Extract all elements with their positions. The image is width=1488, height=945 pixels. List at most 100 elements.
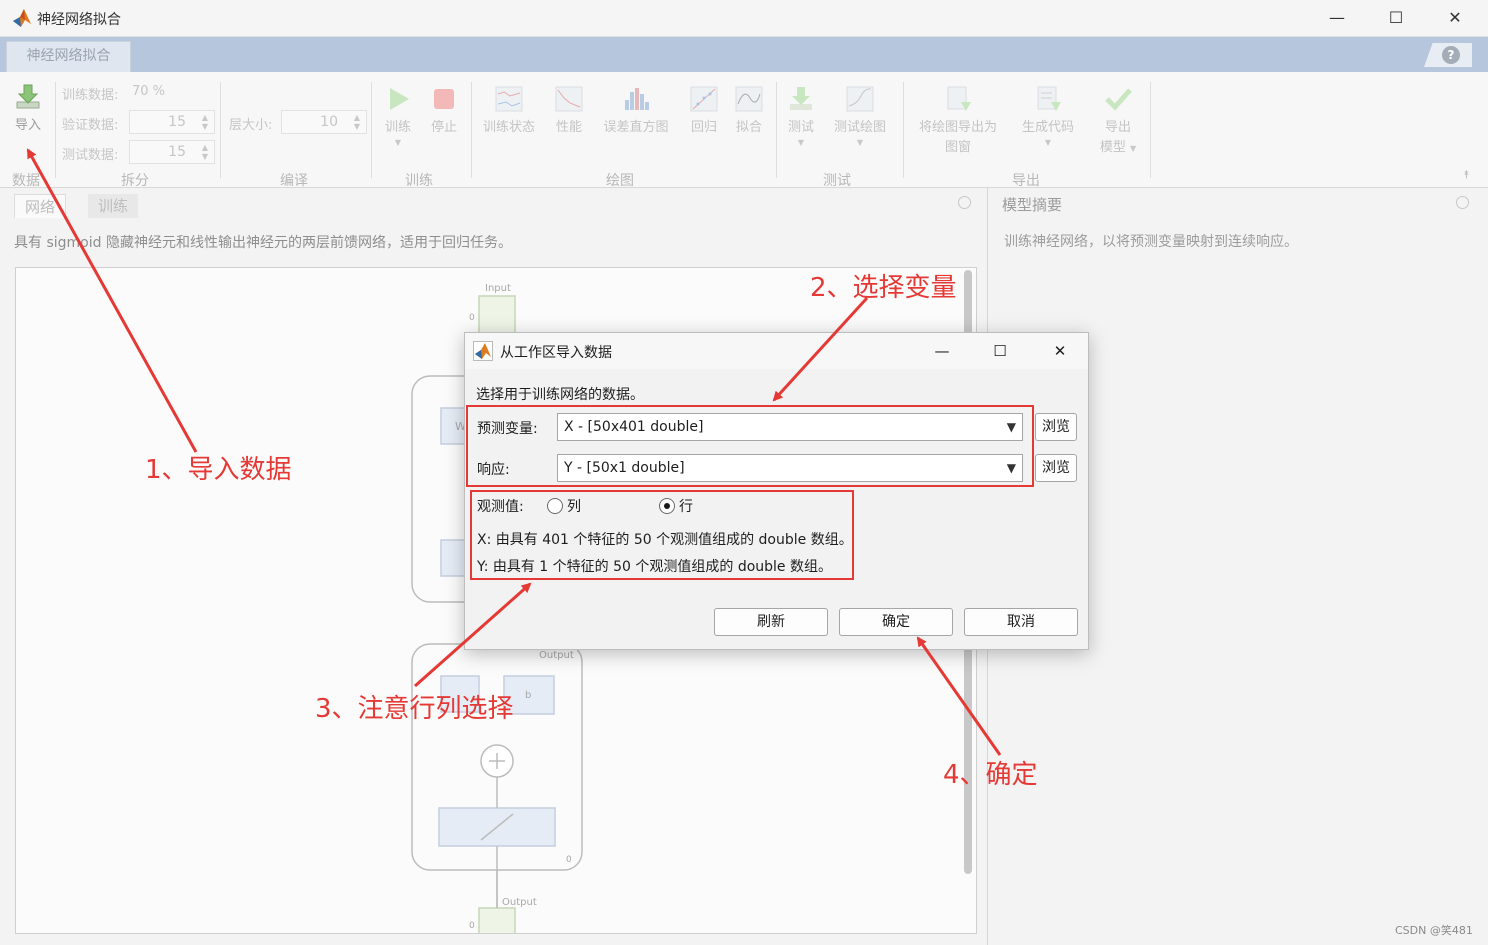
spinner-arrows-icon[interactable]: ▲ ▼	[354, 113, 360, 131]
bias-label: b	[525, 690, 531, 701]
performance-icon	[555, 86, 583, 112]
generate-code-icon	[1037, 86, 1061, 111]
export-model-label: 导出	[1104, 120, 1131, 135]
matlab-logo-icon	[473, 341, 493, 361]
layer-size-value: 10	[320, 114, 338, 130]
minimize-button[interactable]: —	[1317, 5, 1357, 31]
radio-columns-label: 列	[567, 499, 581, 515]
radio-rows-label: 行	[679, 499, 693, 515]
dropdown-arrow-icon: ▼	[1130, 144, 1137, 153]
spinner-arrows-icon[interactable]: ▲ ▼	[202, 113, 208, 131]
browse-response-button[interactable]: 浏览	[1035, 454, 1077, 482]
export-model-label-2: 模型	[1099, 140, 1126, 155]
error-histogram-button[interactable]: 误差直方图	[597, 84, 675, 138]
close-button[interactable]: ✕	[1435, 5, 1475, 31]
ok-button[interactable]: 确定	[839, 608, 953, 636]
test-icon	[790, 87, 812, 110]
radio-rows[interactable]	[659, 498, 675, 514]
stop-icon	[434, 89, 454, 109]
dropdown-arrow-icon: ▼	[394, 138, 402, 147]
dialog-instruction: 选择用于训练网络的数据。	[476, 387, 644, 403]
test-spinner[interactable]: 15 ▲ ▼	[129, 140, 215, 164]
collapse-toolstrip-icon[interactable]: ⯭	[1463, 168, 1470, 182]
export-figure-label-2: 图窗	[944, 140, 971, 155]
refresh-button[interactable]: 刷新	[714, 608, 828, 636]
tab-network[interactable]: 网络	[14, 194, 67, 218]
response-label: 响应:	[477, 462, 510, 478]
generate-code-button[interactable]: 生成代码 ▼	[1014, 84, 1082, 148]
help-button[interactable]: ?	[1424, 43, 1472, 67]
dropdown-arrow-icon: ▼	[797, 138, 805, 147]
training-state-button[interactable]: 训练状态	[477, 84, 541, 138]
dialog-maximize-button[interactable]: ☐	[981, 338, 1019, 364]
predictor-select[interactable]: X - [50x401 double] ▼	[557, 413, 1023, 441]
toolstrip: 导入 训练数据: 70 % 验证数据: 15 ▲ ▼ 测试数据: 15 ▲ ▼ 层大…	[0, 72, 1488, 189]
generate-code-label: 生成代码	[1021, 120, 1074, 135]
dialog-close-button[interactable]: ✕	[1041, 338, 1079, 364]
predictor-label: 预测变量:	[477, 421, 538, 437]
error-histogram-label: 误差直方图	[603, 120, 669, 135]
train-data-label: 训练数据:	[62, 88, 119, 103]
train-button[interactable]: 训练 ▼	[378, 84, 418, 148]
observations-label: 观测值:	[477, 499, 524, 515]
maximize-button[interactable]: ☐	[1376, 5, 1416, 31]
window-title: 神经网络拟合	[37, 12, 121, 28]
export-figure-label: 将绘图导出为	[918, 120, 997, 135]
stop-button[interactable]: 停止	[424, 84, 464, 138]
response-select[interactable]: Y - [50x1 double] ▼	[557, 454, 1023, 482]
test-button[interactable]: 测试 ▼	[783, 84, 819, 148]
panel-options-icon[interactable]	[958, 196, 971, 209]
test-plot-label: 测试绘图	[833, 120, 886, 135]
response-value: Y - [50x1 double]	[564, 460, 685, 476]
output-node-size-label: 0	[469, 921, 475, 931]
regression-button[interactable]: 回归	[686, 84, 722, 138]
training-state-icon	[495, 86, 523, 112]
test-plot-button[interactable]: 测试绘图 ▼	[828, 84, 892, 148]
tab-neural-fitting[interactable]: 神经网络拟合	[6, 41, 131, 72]
fit-icon	[735, 86, 763, 112]
annotation-step3: 3、注意行列选择	[315, 694, 514, 724]
watermark: CSDN @笑481	[1395, 924, 1473, 937]
test-value: 15	[168, 144, 186, 160]
dialog-titlebar: 从工作区导入数据 — ☐ ✕	[465, 333, 1088, 369]
dialog-minimize-button[interactable]: —	[923, 338, 961, 364]
fit-button[interactable]: 拟合	[731, 84, 767, 138]
input-label: Input	[485, 283, 511, 294]
export-model-button[interactable]: 导出 模型 ▼	[1094, 84, 1142, 158]
spinner-arrows-icon[interactable]: ▲ ▼	[202, 143, 208, 161]
dropdown-arrow-icon: ▼	[1006, 420, 1016, 434]
network-description: 具有 sigmoid 隐藏神经元和线性输出神经元的两层前馈网络，适用于回归任务。	[14, 235, 512, 251]
checkmark-icon	[1105, 88, 1132, 111]
train-label: 训练	[384, 120, 411, 135]
tab-training[interactable]: 训练	[88, 194, 139, 218]
model-summary-description: 训练神经网络，以将预测变量映射到连续响应。	[1004, 234, 1298, 250]
y-info: Y: 由具有 1 个特征的 50 个观测值组成的 double 数组。	[477, 559, 832, 575]
panel-options-icon[interactable]	[1456, 196, 1469, 209]
annotation-step4: 4、确定	[943, 760, 1038, 790]
validation-spinner[interactable]: 15 ▲ ▼	[129, 110, 215, 134]
browse-predictor-button[interactable]: 浏览	[1035, 413, 1077, 441]
cancel-button[interactable]: 取消	[964, 608, 1078, 636]
import-button[interactable]: 导入	[8, 82, 48, 136]
group-label-export: 导出	[1012, 173, 1040, 189]
x-info: X: 由具有 401 个特征的 50 个观测值组成的 double 数组。	[477, 532, 853, 548]
input-node	[478, 295, 516, 337]
output-label: Output	[502, 897, 537, 908]
regression-icon	[690, 86, 718, 112]
export-figure-button[interactable]: 将绘图导出为 图窗	[910, 84, 1006, 158]
train-data-value: 70 %	[132, 84, 166, 99]
fit-label: 拟合	[735, 120, 762, 135]
help-icon: ?	[1442, 46, 1460, 64]
performance-button[interactable]: 性能	[551, 84, 587, 138]
group-label-split: 拆分	[121, 173, 149, 189]
radio-columns[interactable]	[547, 498, 563, 514]
input-size-label: 0	[469, 313, 475, 323]
group-label-plots: 绘图	[606, 173, 634, 189]
layer-size-spinner[interactable]: 10 ▲ ▼	[281, 110, 367, 134]
output-node	[478, 907, 516, 939]
export-figure-icon	[947, 86, 971, 111]
dialog-title: 从工作区导入数据	[500, 345, 612, 361]
performance-label: 性能	[555, 120, 582, 135]
matlab-logo-icon	[13, 9, 31, 27]
predictor-value: X - [50x401 double]	[564, 419, 704, 435]
